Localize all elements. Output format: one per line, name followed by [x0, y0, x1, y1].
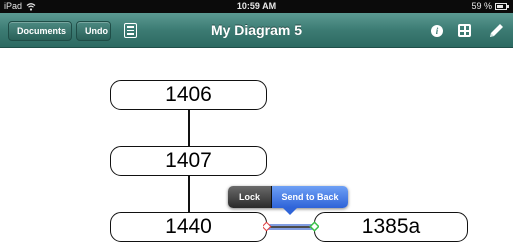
pencil-icon[interactable] — [487, 22, 505, 40]
info-icon[interactable]: i — [431, 25, 443, 37]
status-right: 59 % — [471, 0, 509, 13]
context-menu: Lock Send to Back — [228, 186, 348, 215]
connector-1407-1440[interactable] — [188, 176, 190, 212]
status-bar: iPad 10:59 AM 59 % — [0, 0, 513, 13]
connector-1406-1407[interactable] — [188, 110, 190, 146]
diagram-canvas[interactable]: 1406 1407 1440 1385a Lock Send to Back — [0, 49, 513, 248]
node-1385a[interactable]: 1385a — [314, 212, 468, 242]
selected-connector[interactable] — [263, 219, 319, 235]
send-to-back-button[interactable]: Send to Back — [272, 186, 348, 208]
battery-fill — [497, 5, 503, 8]
node-1406[interactable]: 1406 — [110, 80, 267, 110]
grid-icon[interactable] — [458, 24, 471, 37]
node-1440[interactable]: 1440 — [110, 212, 267, 242]
node-1407[interactable]: 1407 — [110, 146, 267, 176]
nav-bar: Documents Undo My Diagram 5 i — [0, 13, 513, 48]
clock: 10:59 AM — [236, 1, 277, 11]
popover-arrow — [283, 208, 297, 215]
battery-percent: 59 % — [471, 1, 492, 11]
lock-button[interactable]: Lock — [228, 186, 272, 208]
battery-icon — [495, 3, 509, 10]
